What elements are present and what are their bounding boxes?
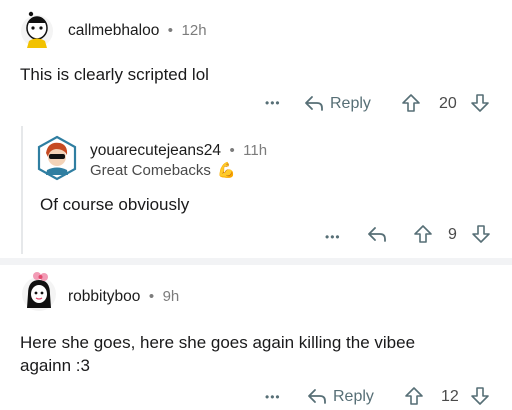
separator: • (229, 142, 235, 159)
avatar[interactable] (17, 8, 57, 50)
username[interactable]: robbityboo (68, 288, 140, 305)
thread-line[interactable] (21, 126, 23, 254)
comment-body: Of course obviously (40, 195, 190, 214)
flair-emoji: 💪 (217, 162, 237, 179)
comment-body-line-2: againn :3 (20, 356, 90, 375)
user-avatar-icon (21, 11, 53, 48)
vote-count: 9 (448, 226, 457, 243)
more-options-button[interactable]: ••• (265, 96, 281, 110)
username[interactable]: youarecutejeans24 (90, 142, 221, 159)
reply-icon[interactable] (366, 224, 388, 244)
upvote-icon[interactable] (404, 386, 424, 406)
user-avatar-icon (37, 135, 77, 181)
downvote-icon[interactable] (470, 386, 490, 406)
upvote-icon[interactable] (413, 224, 433, 244)
comment-body: This is clearly scripted lol (20, 65, 209, 84)
vote-count: 20 (439, 95, 457, 112)
separator: • (148, 288, 155, 305)
comment-body-line-1: Here she goes, here she goes again killi… (20, 333, 416, 352)
upvote-icon[interactable] (401, 93, 421, 113)
reply-button[interactable]: Reply (333, 388, 374, 406)
reply-icon[interactable] (306, 386, 328, 406)
timestamp: 9h (162, 288, 180, 305)
more-options-button[interactable]: ••• (265, 390, 281, 404)
comment-divider (0, 258, 512, 265)
user-flair: Great Comebacks (90, 162, 211, 179)
downvote-icon[interactable] (470, 93, 490, 113)
downvote-icon[interactable] (471, 224, 491, 244)
timestamp: 12h (181, 22, 207, 39)
avatar[interactable] (17, 268, 61, 314)
vote-count: 12 (441, 388, 459, 405)
reply-button[interactable]: Reply (330, 95, 371, 113)
username[interactable]: callmebhaloo (68, 22, 159, 39)
timestamp: 11h (243, 142, 268, 159)
avatar[interactable] (36, 135, 78, 181)
user-avatar-icon (22, 272, 56, 311)
reply-icon[interactable] (303, 93, 325, 113)
more-options-button[interactable]: ••• (325, 230, 341, 244)
separator: • (167, 22, 174, 39)
